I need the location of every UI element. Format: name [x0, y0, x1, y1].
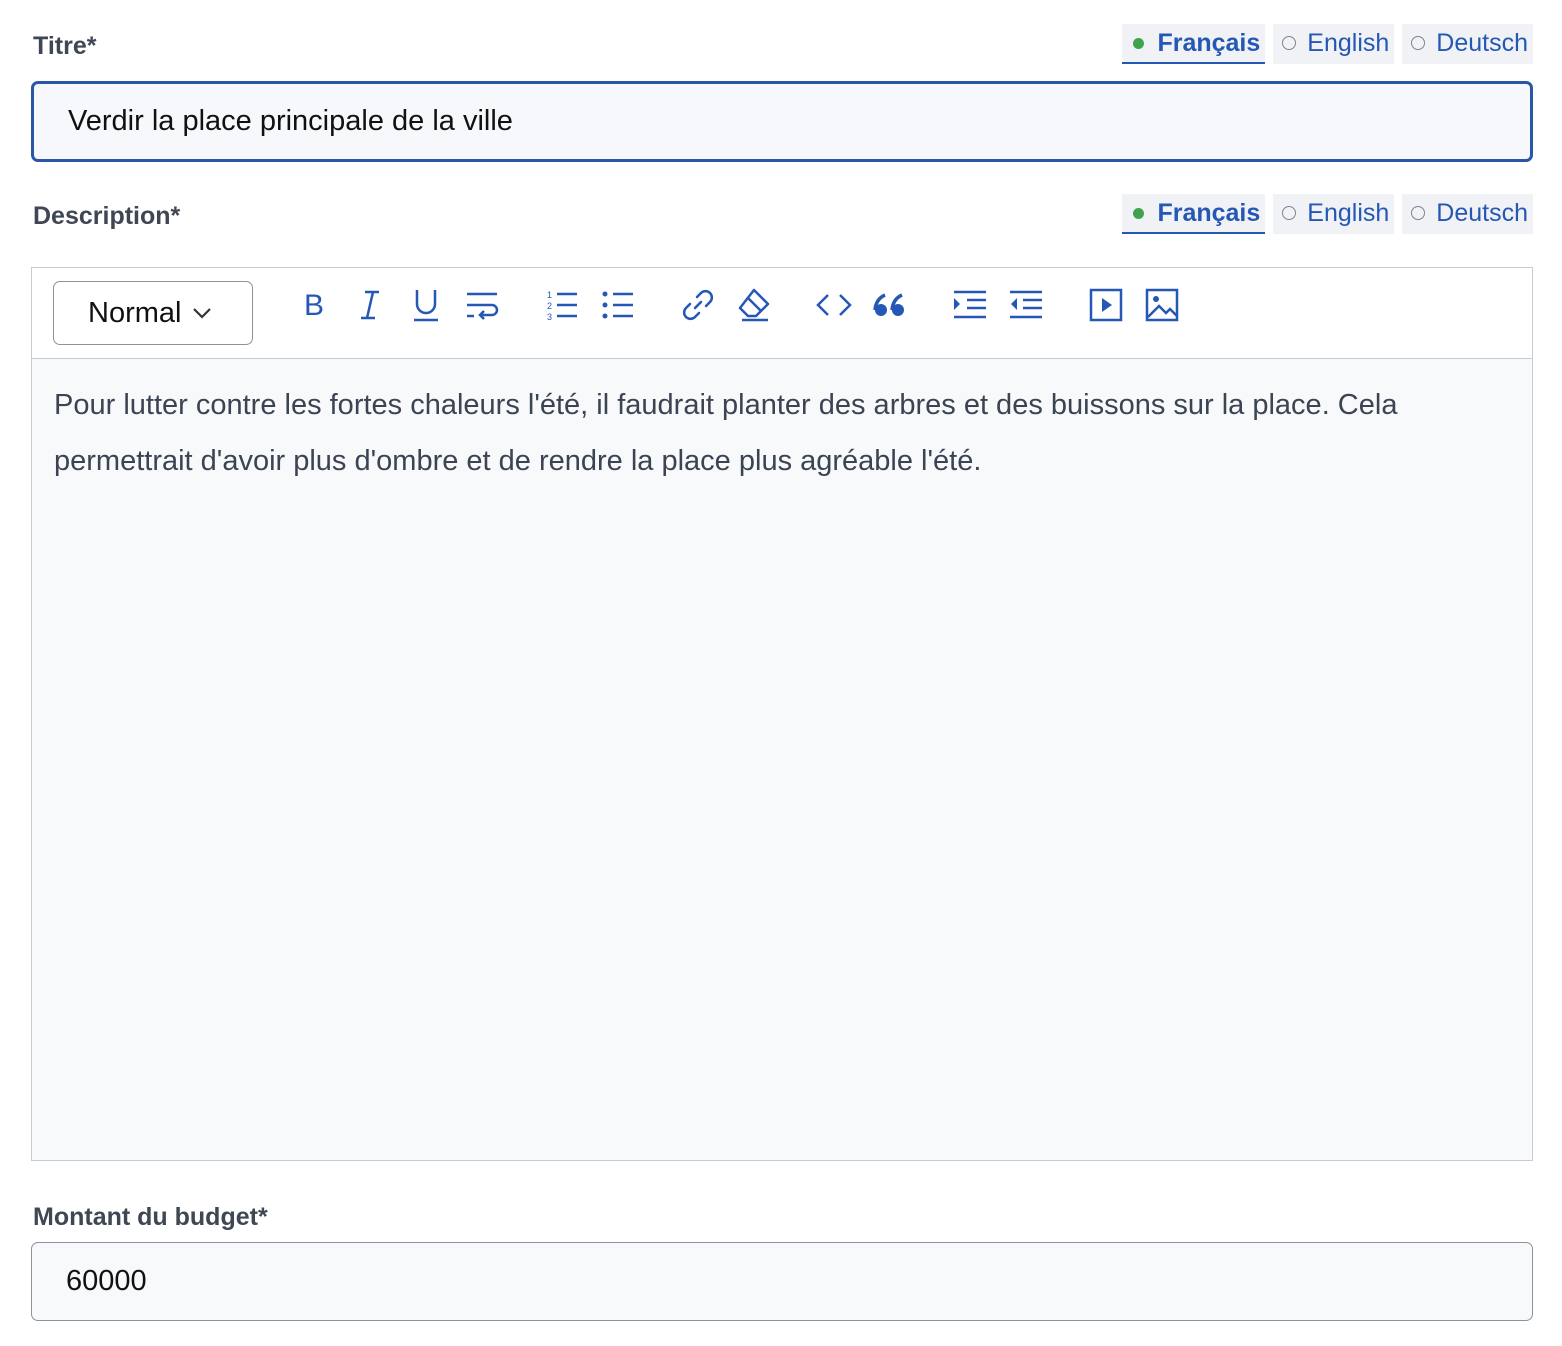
bold-button[interactable]: B — [294, 285, 334, 325]
text-wrap-icon — [467, 292, 499, 320]
clear-format-icon — [738, 288, 770, 322]
radio-icon — [1282, 206, 1297, 220]
underline-icon — [414, 290, 438, 322]
tab-label: Deutsch — [1436, 28, 1528, 57]
bullet-list-icon — [602, 291, 633, 319]
format-select-value: Normal — [88, 296, 182, 329]
radio-icon — [1411, 36, 1426, 50]
video-button[interactable] — [1086, 285, 1126, 325]
tab-label: Français — [1157, 198, 1261, 227]
clear-format-button[interactable] — [734, 285, 774, 325]
tab-deutsch[interactable]: Deutsch — [1402, 24, 1533, 64]
radio-icon — [1282, 36, 1297, 50]
code-icon — [816, 294, 852, 316]
svg-text:3: 3 — [547, 312, 552, 322]
tab-label: English — [1307, 198, 1390, 227]
rich-text-editor: Normal B 123 Pour lutter contre les fort… — [31, 267, 1533, 1161]
chevron-down-icon — [193, 308, 212, 319]
link-icon — [682, 289, 714, 321]
quote-icon — [873, 293, 904, 316]
image-button[interactable] — [1142, 285, 1182, 325]
title-language-tabs: Français English Deutsch — [1122, 24, 1533, 64]
budget-label: Montant du budget* — [33, 1203, 268, 1231]
tab-label: Deutsch — [1436, 198, 1528, 227]
description-paragraph: Pour lutter contre les fortes chaleurs l… — [54, 389, 1398, 477]
description-language-tabs: Français English Deutsch — [1122, 194, 1533, 234]
underline-button[interactable] — [406, 285, 446, 325]
image-icon — [1145, 288, 1179, 322]
bold-icon: B — [304, 289, 324, 322]
text-wrap-button[interactable] — [462, 285, 502, 325]
budget-input-value: 60000 — [66, 1265, 147, 1297]
editor-content[interactable]: Pour lutter contre les fortes chaleurs l… — [32, 359, 1532, 507]
ordered-list-button[interactable]: 123 — [542, 285, 582, 325]
italic-button[interactable] — [350, 285, 390, 325]
tab-label: English — [1307, 28, 1390, 57]
active-dot-icon — [1133, 207, 1145, 219]
svg-text:1: 1 — [547, 290, 552, 300]
outdent-button[interactable] — [1006, 285, 1046, 325]
tab-label: Français — [1157, 28, 1261, 57]
italic-icon — [361, 290, 379, 320]
description-label: Description* — [33, 202, 181, 230]
budget-input[interactable]: 60000 — [31, 1242, 1533, 1321]
title-label: Titre* — [33, 32, 97, 60]
link-button[interactable] — [678, 285, 718, 325]
svg-text:B: B — [304, 289, 324, 322]
tab-francais[interactable]: Français — [1122, 24, 1266, 64]
outdent-icon — [1010, 290, 1042, 319]
indent-icon — [954, 290, 986, 319]
tab-deutsch[interactable]: Deutsch — [1402, 194, 1533, 234]
editor-toolbar: Normal B 123 — [32, 268, 1532, 359]
video-icon — [1089, 288, 1123, 322]
active-dot-icon — [1133, 37, 1145, 49]
title-input[interactable]: Verdir la place principale de la ville — [31, 81, 1533, 162]
radio-icon — [1411, 206, 1426, 220]
format-select[interactable]: Normal — [53, 281, 253, 345]
tab-english[interactable]: English — [1273, 24, 1395, 64]
ordered-list-icon: 123 — [547, 290, 577, 322]
tab-english[interactable]: English — [1273, 194, 1395, 234]
svg-text:2: 2 — [547, 301, 552, 311]
code-button[interactable] — [814, 285, 854, 325]
title-input-value: Verdir la place principale de la ville — [68, 105, 513, 137]
quote-button[interactable] — [870, 285, 910, 325]
bullet-list-button[interactable] — [598, 285, 638, 325]
tab-francais[interactable]: Français — [1122, 194, 1266, 234]
indent-button[interactable] — [950, 285, 990, 325]
